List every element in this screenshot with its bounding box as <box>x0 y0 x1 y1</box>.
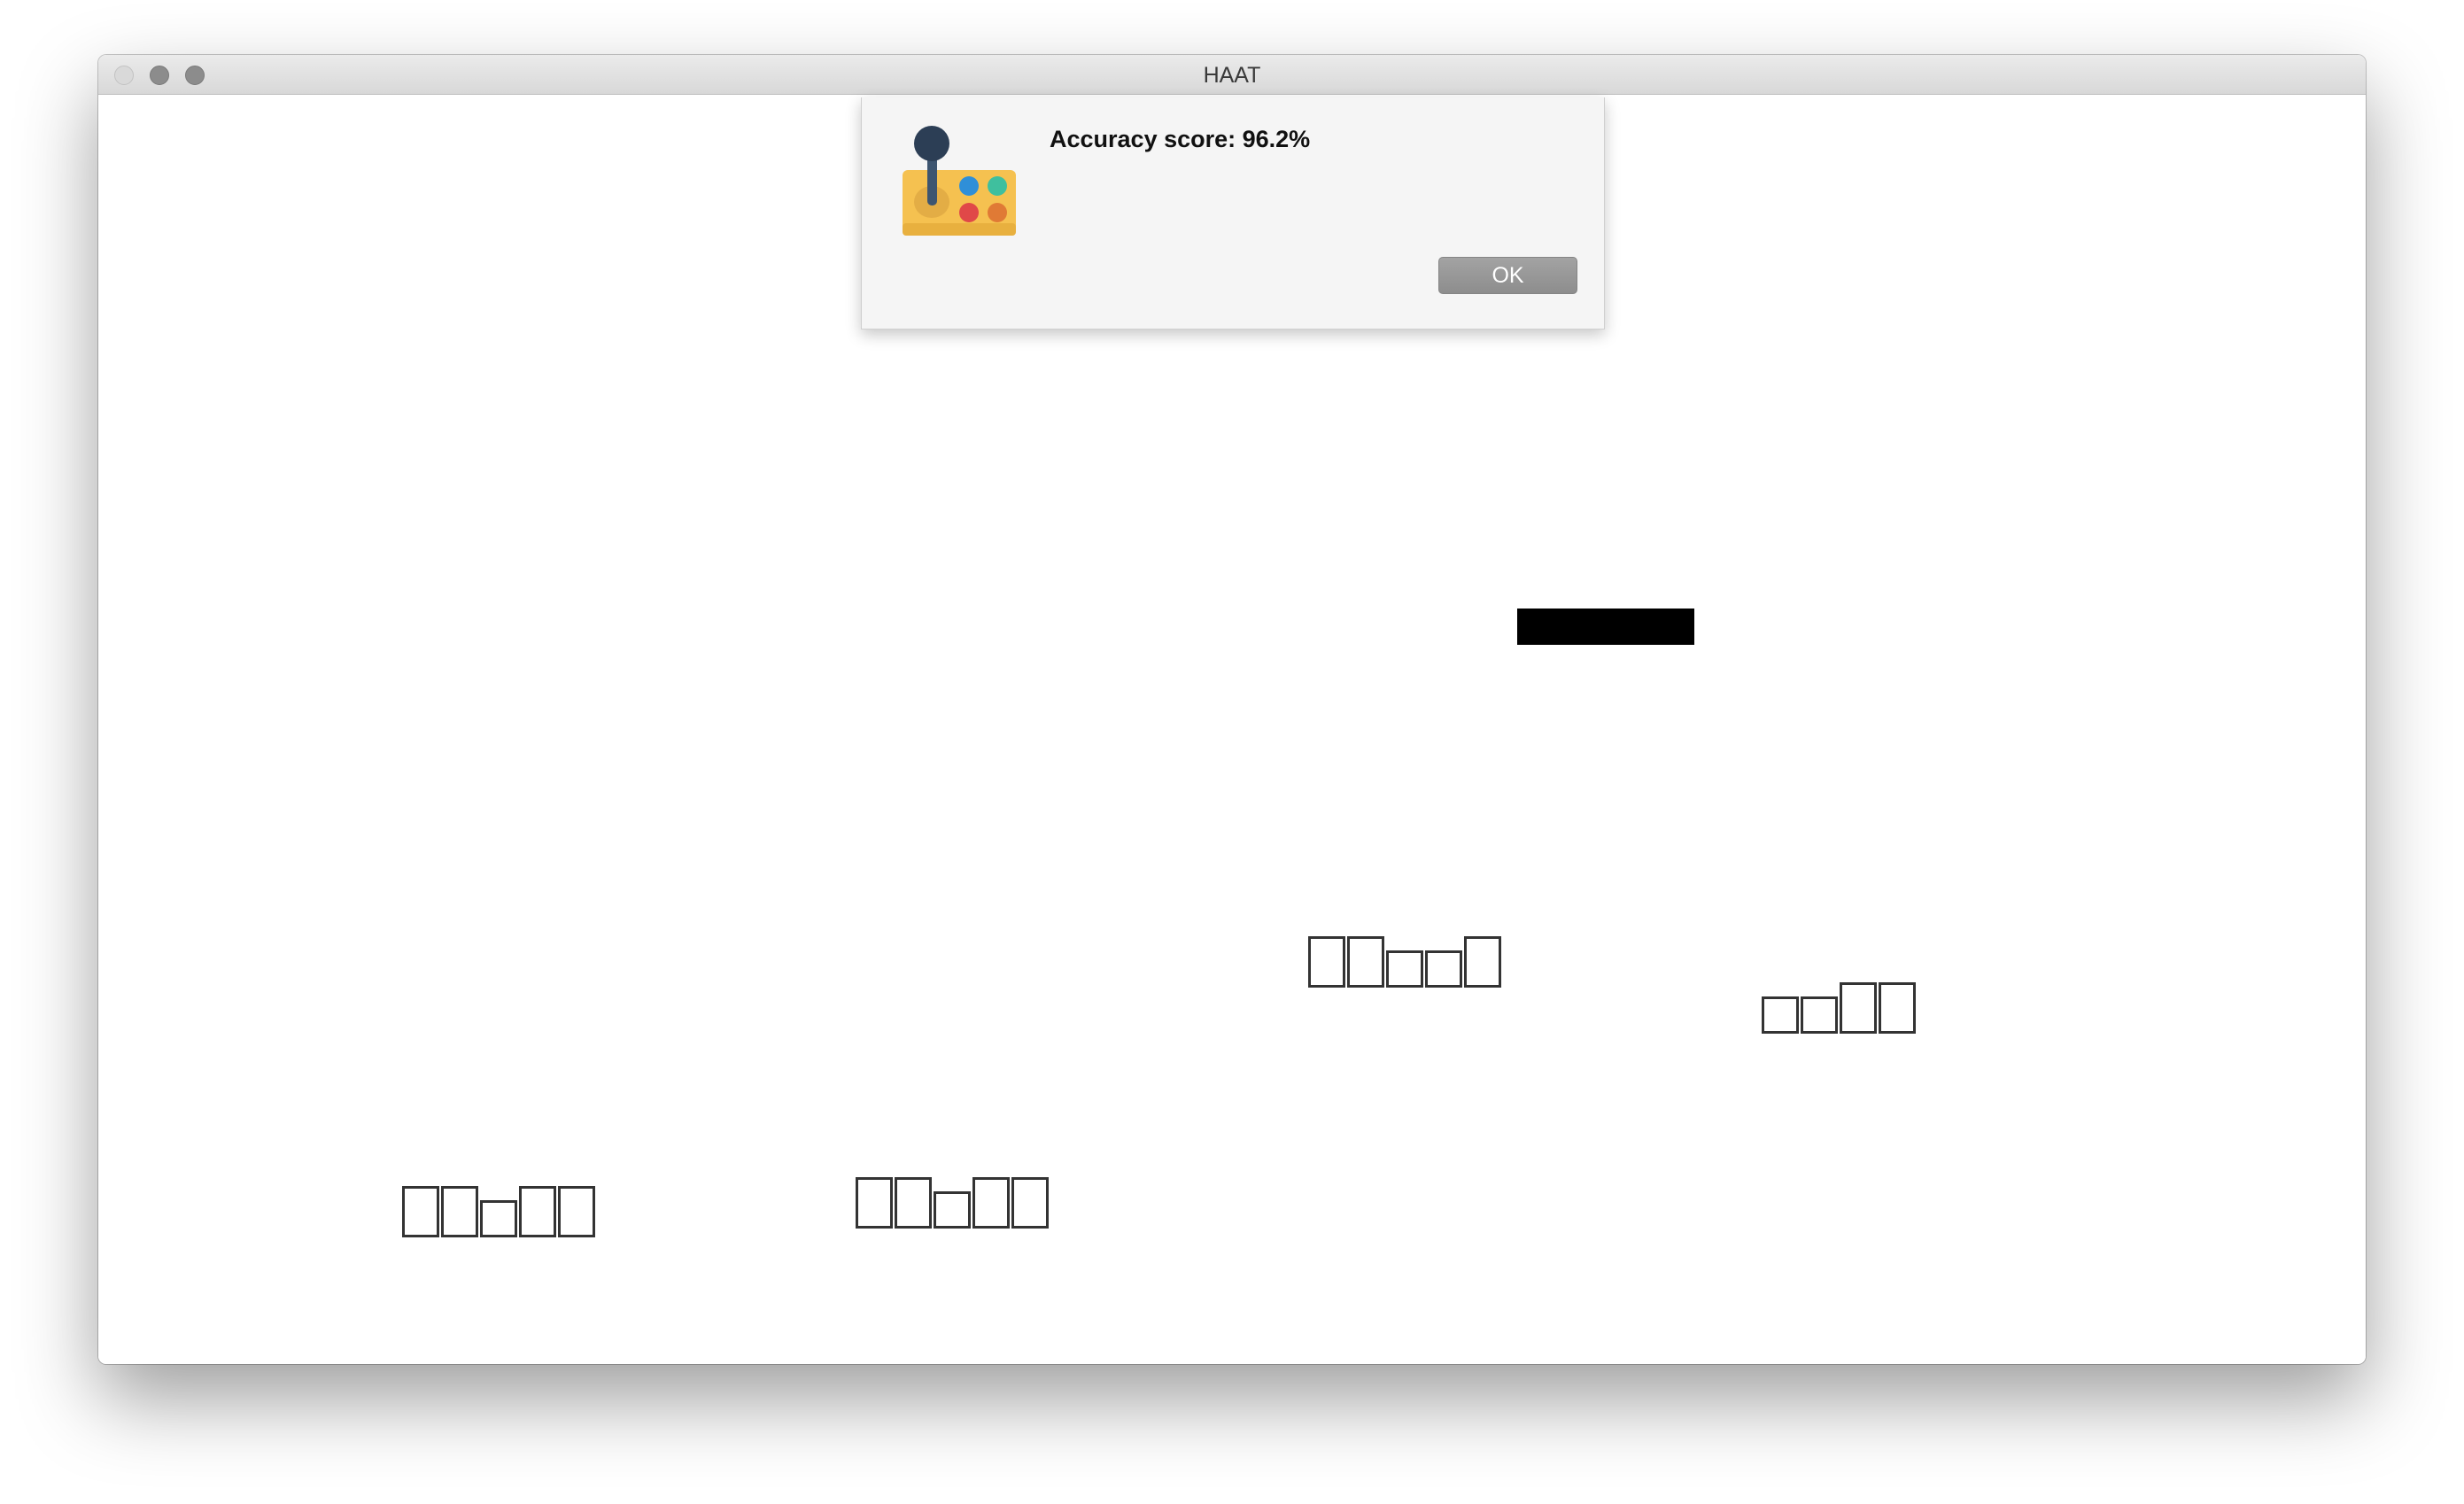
block <box>558 1186 595 1237</box>
block <box>1308 936 1345 988</box>
arcade-joystick-icon <box>903 126 1016 236</box>
block <box>1840 982 1877 1034</box>
title-bar[interactable]: HAAT <box>98 55 2366 95</box>
block <box>856 1177 893 1229</box>
block <box>1386 950 1423 988</box>
block <box>441 1186 478 1237</box>
block <box>1762 996 1799 1034</box>
ok-button[interactable]: OK <box>1438 257 1577 294</box>
block <box>895 1177 932 1229</box>
block <box>1011 1177 1049 1229</box>
block <box>1879 982 1916 1034</box>
window-title: HAAT <box>1203 63 1261 88</box>
score-alert-dialog: Accuracy score: 96.2% OK <box>861 97 1605 329</box>
app-window: HAAT Accuracy score: 96.2% OK <box>98 55 2366 1364</box>
block <box>1425 950 1462 988</box>
block <box>402 1186 439 1237</box>
paddle[interactable] <box>1517 609 1694 645</box>
block <box>1801 996 1838 1034</box>
block <box>1464 936 1501 988</box>
alert-message: Accuracy score: 96.2% <box>1050 126 1311 152</box>
block <box>519 1186 556 1237</box>
block <box>934 1191 971 1229</box>
block <box>480 1200 517 1237</box>
block <box>972 1177 1010 1229</box>
block <box>1347 936 1384 988</box>
